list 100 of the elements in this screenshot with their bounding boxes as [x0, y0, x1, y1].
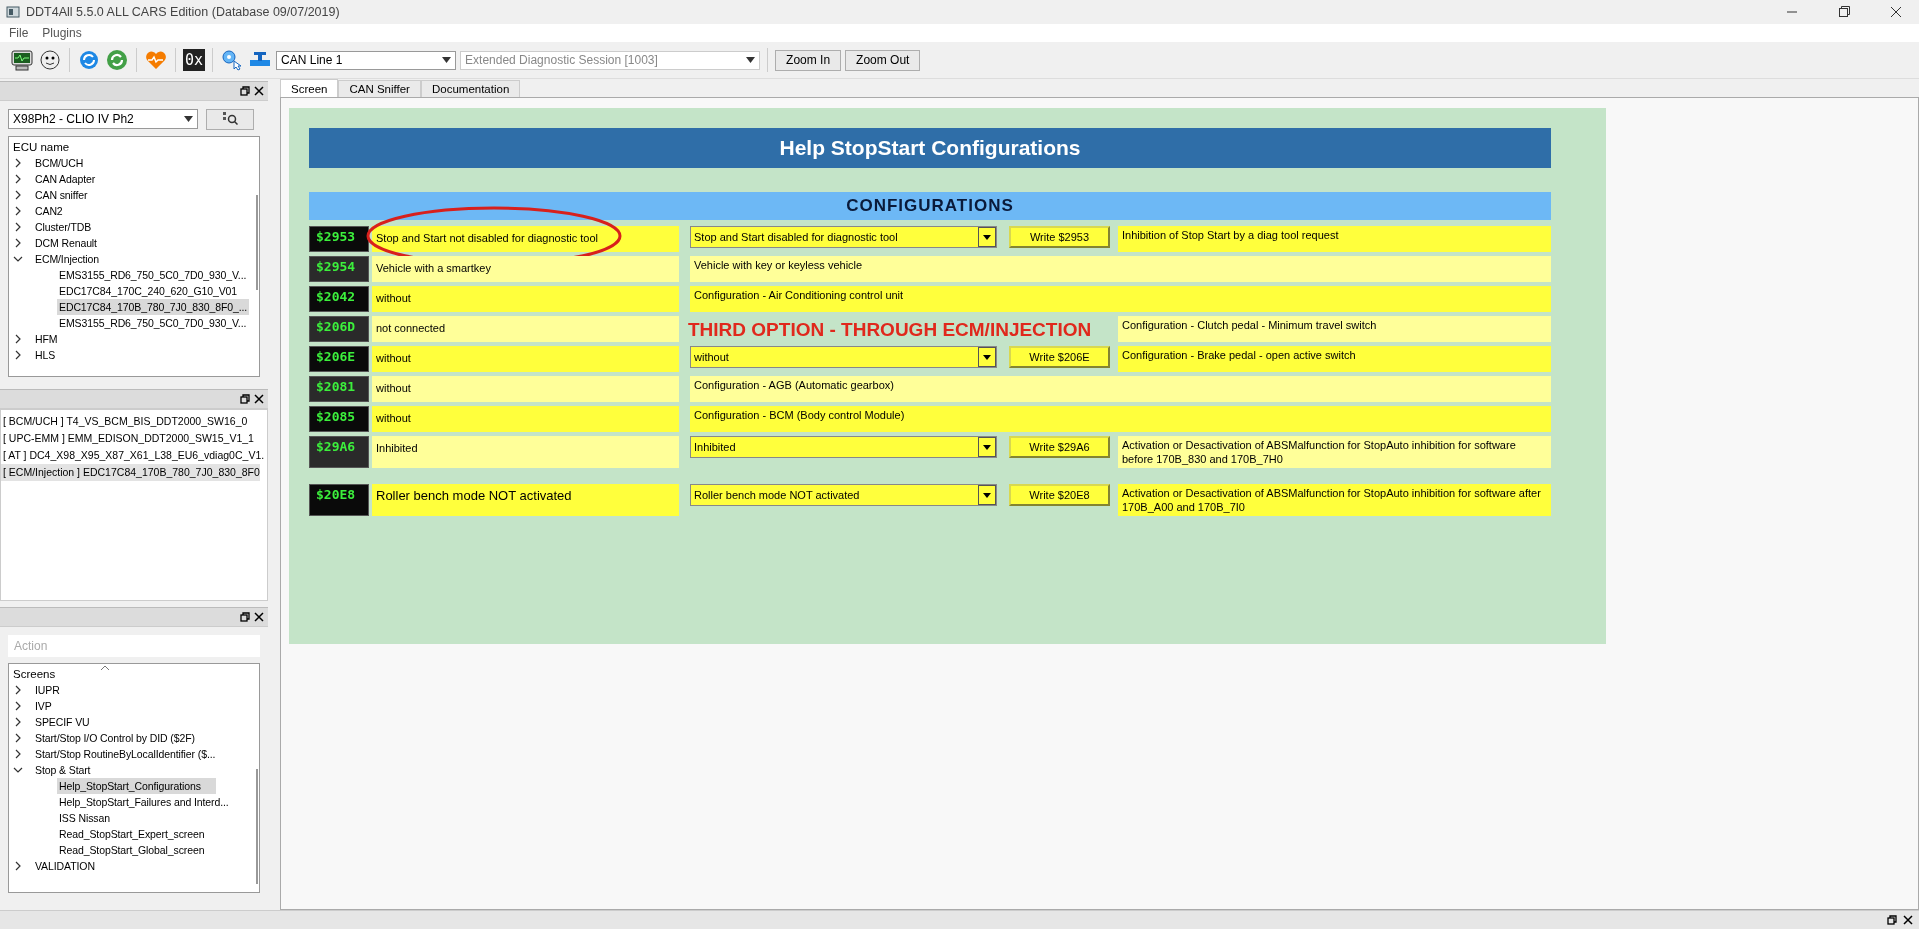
close-icon[interactable]: [254, 612, 264, 622]
description: Configuration - AGB (Automatic gearbox): [690, 376, 1551, 402]
refresh-icon[interactable]: [77, 48, 101, 72]
tree-item[interactable]: CAN2: [33, 203, 65, 219]
close-icon[interactable]: [1903, 915, 1913, 925]
tree-item[interactable]: VALIDATION: [33, 858, 97, 874]
restore-icon[interactable]: [240, 612, 250, 622]
chevron-icon[interactable]: [13, 238, 23, 248]
face-icon[interactable]: [38, 48, 62, 72]
chevron-icon[interactable]: [13, 174, 23, 184]
restore-icon[interactable]: [1887, 915, 1897, 925]
zoom-button[interactable]: Zoom Out: [845, 49, 921, 71]
parameter-code: $2954: [309, 256, 369, 282]
tree-item[interactable]: Start/Stop RoutineByLocalIdentifier ($...: [33, 746, 218, 762]
value-dropdown[interactable]: Inhibited: [690, 436, 997, 458]
chevron-icon[interactable]: [13, 222, 23, 232]
screen-title: Help StopStart Configurations: [309, 128, 1551, 168]
tree-item[interactable]: EMS3155_RD6_750_5C0_7D0_930_V...: [57, 315, 249, 331]
tab[interactable]: Documentation: [420, 80, 521, 97]
current-value: without: [372, 346, 679, 372]
chevron-icon[interactable]: [13, 749, 23, 759]
tree-item[interactable]: Cluster/TDB: [33, 219, 94, 235]
parameter-code: $206E: [309, 346, 369, 372]
parameter-code: $206D: [309, 316, 369, 342]
chevron-icon[interactable]: [13, 765, 23, 775]
description: Configuration - Air Conditioning control unit: [690, 286, 1551, 312]
chevron-icon[interactable]: [13, 206, 23, 216]
chevron-icon[interactable]: [13, 733, 23, 743]
menu-item[interactable]: Plugins: [37, 26, 87, 40]
close-icon[interactable]: [254, 86, 264, 96]
tree-item[interactable]: BCM/UCH: [33, 155, 86, 171]
list-item[interactable]: [ UPC-EMM ] EMM_EDISON_DDT2000_SW15_V1_1: [1, 430, 254, 447]
tree-item[interactable]: DCM Renault: [33, 235, 99, 251]
tree-header: Screens: [13, 667, 56, 682]
tree-item[interactable]: ECM/Injection: [33, 251, 102, 267]
tree-item[interactable]: ISS Nissan: [57, 810, 112, 826]
tree-item[interactable]: SPECIF VU: [33, 714, 92, 730]
tab[interactable]: CAN Sniffer: [338, 80, 421, 97]
write-button[interactable]: Write $2953: [1009, 226, 1110, 248]
list-item[interactable]: [ BCM/UCH ] T4_VS_BCM_BIS_DDT2000_SW16_0: [1, 413, 248, 430]
hex-button[interactable]: 0x: [183, 49, 206, 71]
chevron-icon[interactable]: [13, 254, 23, 264]
scan-button[interactable]: [206, 109, 254, 130]
action-field[interactable]: Action: [8, 635, 260, 657]
tree-item[interactable]: Help_StopStart_Failures and Interd...: [57, 794, 231, 810]
restore-icon[interactable]: [240, 394, 250, 404]
parameter-code: $20E8: [309, 484, 369, 516]
tree-item[interactable]: Help_StopStart_Configurations: [57, 778, 216, 794]
chevron-icon[interactable]: [13, 717, 23, 727]
value-dropdown[interactable]: Stop and Start disabled for diagnostic tool: [690, 226, 997, 248]
monitor-icon[interactable]: [10, 48, 34, 72]
chevron-icon[interactable]: [13, 350, 23, 360]
parameter-code: $2953: [309, 226, 369, 252]
write-button[interactable]: Write $206E: [1009, 346, 1110, 368]
current-value: not connected: [372, 316, 679, 342]
write-button[interactable]: Write $20E8: [1009, 484, 1110, 506]
search-icon: [222, 111, 238, 125]
tree-item[interactable]: Start/Stop I/O Control by DID ($2F): [33, 730, 197, 746]
menu-item[interactable]: File: [4, 26, 34, 40]
tree-item[interactable]: Read_StopStart_Expert_screen: [57, 826, 207, 842]
tab[interactable]: Screen: [280, 79, 339, 97]
tree-item[interactable]: IUPR: [33, 682, 62, 698]
tree-item[interactable]: CAN Adapter: [33, 171, 98, 187]
sync-icon[interactable]: [105, 48, 129, 72]
write-button[interactable]: Write $29A6: [1009, 436, 1110, 458]
chevron-icon[interactable]: [13, 685, 23, 695]
tree-item[interactable]: EDC17C84_170C_240_620_G10_V01: [57, 283, 240, 299]
scrollbar[interactable]: [256, 195, 258, 290]
value-dropdown[interactable]: without: [690, 346, 997, 368]
value-dropdown[interactable]: Roller bench mode NOT activated: [690, 484, 997, 506]
chevron-icon[interactable]: [13, 334, 23, 344]
current-value: Vehicle with a smartkey: [372, 256, 679, 282]
description: Activation or Desactivation of ABSMalfunction for StopAuto inhibition for software after 170B_A00 and 170B_7I0: [1118, 484, 1551, 516]
tree-item[interactable]: HLS: [33, 347, 58, 363]
restore-icon[interactable]: [240, 86, 250, 96]
tree-item[interactable]: EMS3155_RD6_750_5C0_7D0_930_V...: [57, 267, 249, 283]
vehicle-dropdown[interactable]: X98Ph2 - CLIO IV Ph2: [8, 109, 198, 129]
list-item[interactable]: [ AT ] DC4_X98_X95_X87_X61_L38_EU6_vdiag0C_V1.: [1, 447, 265, 464]
close-icon[interactable]: [254, 394, 264, 404]
can-line-dropdown[interactable]: CAN Line 1: [276, 50, 457, 70]
tree-item[interactable]: HFM: [33, 331, 60, 347]
caret-icon: [746, 57, 756, 63]
chevron-icon[interactable]: [13, 190, 23, 200]
description: Vehicle with key or keyless vehicle: [690, 256, 1551, 282]
tree-item[interactable]: Read_StopStart_Global_screen: [57, 842, 207, 858]
tree-item[interactable]: IVP: [33, 698, 54, 714]
scrollbar[interactable]: [256, 769, 258, 884]
current-value: Inhibited: [372, 436, 679, 468]
chevron-icon[interactable]: [13, 701, 23, 711]
tree-item[interactable]: EDC17C84_170B_780_7J0_830_8F0_...: [57, 299, 250, 315]
description: Configuration - BCM (Body control Module): [690, 406, 1551, 432]
chevron-icon[interactable]: [13, 861, 23, 871]
list-item[interactable]: [ ECM/Injection ] EDC17C84_170B_780_7J0_830_8F0: [1, 464, 260, 481]
zoom-button[interactable]: Zoom In: [775, 49, 842, 71]
tree-item[interactable]: CAN sniffer: [33, 187, 90, 203]
parameter-code: $2042: [309, 286, 369, 312]
chevron-icon[interactable]: [13, 158, 23, 168]
tree-item[interactable]: Stop & Start: [33, 762, 93, 778]
parameter-code: $2081: [309, 376, 369, 402]
description: Inhibition of Stop Start by a diag tool request: [1118, 226, 1551, 252]
